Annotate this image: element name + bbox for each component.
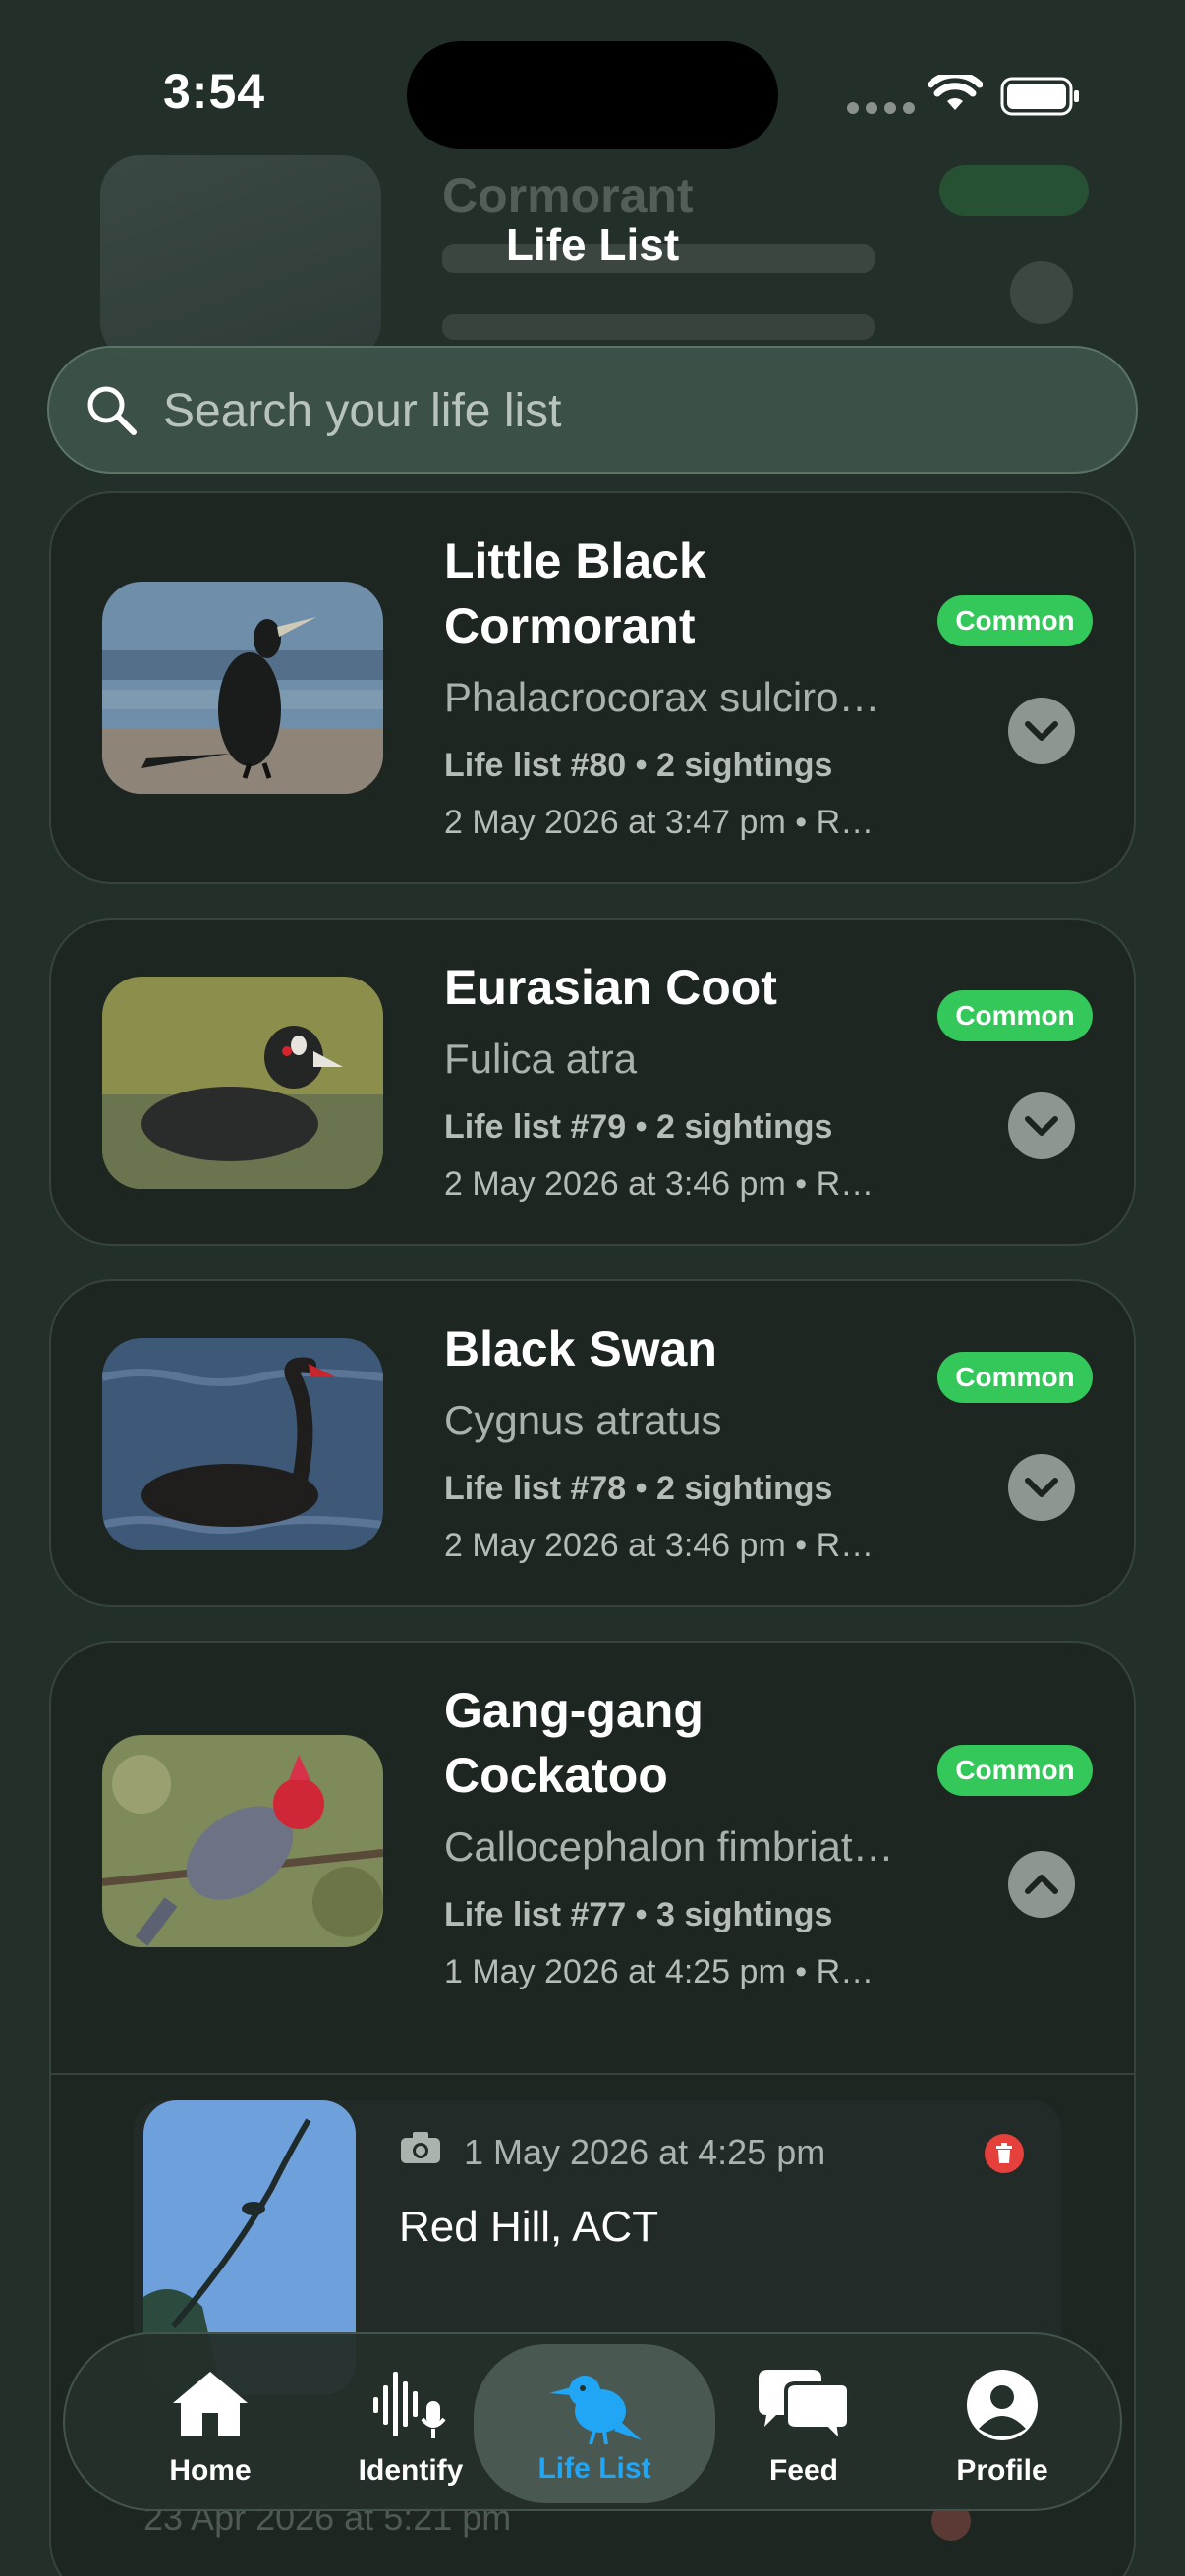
battery-icon — [1000, 77, 1079, 116]
tab-life-list[interactable]: Life List — [474, 2344, 715, 2503]
bird-scientific-name: Phalacrocorax sulcirostris — [444, 674, 896, 720]
bird-scientific-name: Cygnus atratus — [444, 1397, 722, 1443]
tab-label: Life List — [537, 2452, 651, 2485]
bird-name: Black Swan — [444, 1321, 717, 1376]
bird-life-list-meta: Life list #79 • 2 sightings — [444, 1108, 833, 1146]
wifi-icon — [928, 75, 983, 110]
status-time: 3:54 — [163, 64, 266, 119]
bird-photo — [102, 1338, 383, 1550]
search-input[interactable] — [163, 375, 1047, 446]
bird-life-list-meta: Life list #78 • 2 sightings — [444, 1470, 833, 1507]
chat-bubbles-icon — [759, 2370, 851, 2446]
expand-button[interactable] — [1008, 1092, 1075, 1159]
search-icon — [87, 386, 137, 435]
chevron-down-icon — [1025, 721, 1058, 741]
search-bar[interactable] — [47, 346, 1138, 474]
tab-bar: Home Identify Life List Feed Profile — [63, 2332, 1122, 2511]
camera-icon — [401, 2132, 440, 2163]
chevron-up-icon — [1025, 1875, 1058, 1894]
house-icon — [173, 2372, 248, 2436]
chevron-down-icon — [1025, 1116, 1058, 1136]
bird-scientific-name: Callocephalon fimbriatum — [444, 1823, 896, 1870]
bird-last-seen: 2 May 2026 at 3:47 pm • Red Hill, ACT — [444, 804, 886, 841]
rarity-badge: Common — [937, 1352, 1093, 1403]
bird-last-seen: 2 May 2026 at 3:46 pm • Red Hill, ACT — [444, 1527, 886, 1564]
sighting-location: Red Hill, ACT — [399, 2203, 659, 2251]
card-divider — [51, 2073, 1134, 2075]
tab-label: Profile — [956, 2454, 1048, 2487]
expand-button[interactable] — [1008, 698, 1075, 764]
ghost-title: Cormorant — [442, 168, 694, 223]
bird-name: Eurasian Coot — [444, 960, 777, 1015]
cellular-icon — [847, 102, 915, 114]
bird-life-list-meta: Life list #80 • 2 sightings — [444, 747, 833, 784]
delete-sighting-button[interactable] — [985, 2134, 1024, 2173]
ghost-badge — [939, 165, 1089, 216]
waveform-mic-icon — [373, 2372, 446, 2438]
rarity-badge: Common — [937, 990, 1093, 1041]
person-circle-icon — [967, 2370, 1038, 2440]
ghost-text-line — [442, 314, 875, 340]
bird-card-black-swan[interactable]: Black Swan Cygnus atratus Life list #78 … — [49, 1279, 1136, 1607]
rarity-badge: Common — [937, 1745, 1093, 1796]
bird-photo — [102, 582, 383, 794]
bird-scientific-name: Fulica atra — [444, 1036, 638, 1082]
chevron-down-icon — [1025, 1478, 1058, 1497]
dynamic-island — [407, 41, 778, 149]
bird-card-eurasian-coot[interactable]: Eurasian Coot Fulica atra Life list #79 … — [49, 918, 1136, 1246]
tab-label: Home — [169, 2454, 252, 2487]
tab-home[interactable]: Home — [112, 2334, 309, 2513]
expand-button[interactable] — [1008, 1454, 1075, 1521]
bird-last-seen: 2 May 2026 at 3:46 pm • Red Hill, ACT — [444, 1165, 886, 1203]
bird-name: Gang-gang Cockatoo — [444, 1683, 704, 1803]
page-title: Life List — [505, 219, 680, 270]
bird-card-little-black-cormorant[interactable]: Little Black Cormorant Phalacrocorax sul… — [49, 491, 1136, 884]
bird-name: Little Black Cormorant — [444, 533, 706, 653]
bird-life-list-meta: Life list #77 • 3 sightings — [444, 1896, 833, 1933]
bird-last-seen: 1 May 2026 at 4:25 pm • Red Hill, ACT — [444, 1953, 886, 1990]
kingfisher-icon — [549, 2376, 642, 2445]
trash-icon — [996, 2143, 1012, 2163]
tab-profile[interactable]: Profile — [904, 2334, 1100, 2513]
collapse-button[interactable] — [1008, 1851, 1075, 1918]
tab-label: Feed — [768, 2454, 839, 2487]
tab-feed[interactable]: Feed — [705, 2334, 902, 2513]
bird-photo — [102, 1735, 383, 1947]
rarity-badge: Common — [937, 595, 1093, 646]
bird-photo — [102, 977, 383, 1189]
sighting-date: 1 May 2026 at 4:25 pm — [464, 2132, 826, 2172]
